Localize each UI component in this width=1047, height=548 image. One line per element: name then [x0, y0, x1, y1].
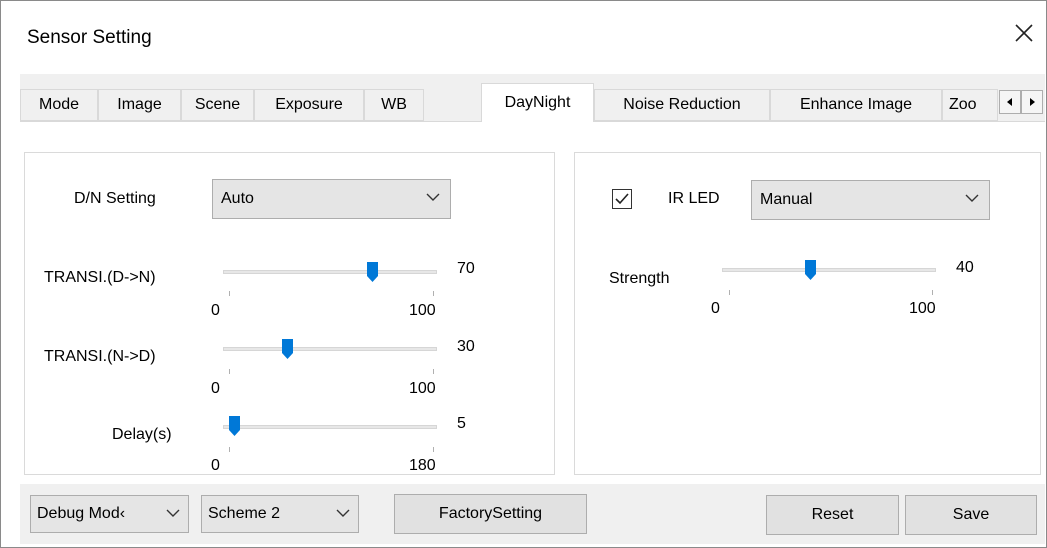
tab-image[interactable]: Image [98, 89, 181, 121]
transi-dn-label: TRANSI.(D->N) [44, 269, 156, 286]
tab-label: WB [381, 96, 407, 113]
chevron-down-icon [426, 193, 440, 201]
tab-scroll-right-button[interactable] [1021, 90, 1043, 114]
dialog-client-area: Mode Image Scene Exposure WB DayNight No… [20, 74, 1045, 544]
close-icon [1015, 24, 1033, 42]
sensor-setting-dialog: Sensor Setting Mode Image Scene Exposure… [0, 0, 1047, 548]
slider-tick [433, 447, 434, 452]
transi-nd-min: 0 [211, 380, 220, 397]
delay-label: Delay(s) [112, 426, 172, 443]
close-button[interactable] [1006, 15, 1042, 51]
tab-mode[interactable]: Mode [20, 89, 98, 121]
slider-tick [229, 291, 230, 296]
button-label: Save [952, 506, 990, 523]
ir-led-checkbox[interactable] [612, 189, 632, 209]
transi-nd-value: 30 [457, 338, 475, 355]
chevron-down-icon [336, 509, 350, 517]
ir-led-label: IR LED [668, 190, 720, 207]
delay-max: 180 [409, 457, 436, 474]
slider-tick [729, 290, 730, 295]
strength-slider-track[interactable] [722, 268, 936, 272]
button-label: FactorySetting [438, 505, 543, 522]
tab-scroll-buttons [999, 90, 1043, 114]
tab-label: DayNight [504, 94, 571, 111]
delay-value: 5 [457, 415, 466, 432]
reset-button[interactable]: Reset [766, 495, 899, 535]
tab-label: Scene [194, 96, 241, 113]
delay-slider-track[interactable] [223, 425, 437, 429]
dialog-title: Sensor Setting [27, 27, 152, 48]
transi-nd-slider-thumb[interactable] [281, 339, 293, 359]
strength-label: Strength [609, 270, 670, 287]
tab-label: Zoo [949, 96, 977, 113]
strength-value: 40 [956, 259, 974, 276]
tab-daynight[interactable]: DayNight [481, 83, 594, 122]
tab-noise-reduction[interactable]: Noise Reduction [594, 89, 770, 121]
tab-label: Mode [38, 96, 80, 113]
ir-led-mode-combo[interactable]: Manual [751, 180, 990, 220]
transi-dn-min: 0 [211, 302, 220, 319]
chevron-down-icon [166, 509, 180, 517]
strength-max: 100 [909, 300, 936, 317]
transi-dn-value: 70 [457, 260, 475, 277]
delay-min: 0 [211, 457, 220, 474]
transi-dn-slider-thumb[interactable] [367, 262, 379, 282]
tab-label: Enhance Image [799, 96, 913, 113]
transi-dn-max: 100 [409, 302, 436, 319]
transi-nd-label: TRANSI.(N->D) [44, 348, 156, 365]
slider-tick [229, 369, 230, 374]
debug-mode-combo[interactable]: Debug Mod‹ [30, 495, 189, 533]
factory-setting-button[interactable]: FactorySetting [394, 494, 587, 534]
tab-wb[interactable]: WB [364, 89, 424, 121]
debug-mode-value: Debug Mod‹ [37, 505, 126, 522]
ir-led-group: IR LED Manual Strength 40 0 100 [574, 152, 1041, 475]
daynight-group: D/N Setting Auto TRANSI.(D->N) 70 0 100 … [24, 152, 555, 475]
transi-dn-slider-track[interactable] [223, 270, 437, 274]
triangle-left-icon [1007, 98, 1012, 106]
tab-label: Image [117, 96, 162, 113]
slider-tick [433, 291, 434, 296]
tab-label: Noise Reduction [623, 96, 741, 113]
dn-setting-label: D/N Setting [74, 190, 156, 207]
slider-tick [229, 447, 230, 452]
tab-label: Exposure [275, 96, 343, 113]
checkmark-icon [615, 193, 629, 205]
slider-tick [932, 290, 933, 295]
transi-nd-slider-track[interactable] [223, 347, 437, 351]
dn-setting-combo[interactable]: Auto [212, 179, 451, 219]
daynight-tab-page: D/N Setting Auto TRANSI.(D->N) 70 0 100 … [20, 121, 1045, 484]
tab-zoom[interactable]: Zoo [942, 89, 998, 121]
ir-led-mode-value: Manual [760, 191, 813, 208]
scheme-value: Scheme 2 [208, 505, 281, 522]
tab-exposure[interactable]: Exposure [254, 89, 364, 121]
strength-slider-thumb[interactable] [805, 260, 817, 280]
delay-slider-thumb[interactable] [229, 416, 241, 436]
tab-enhance-image[interactable]: Enhance Image [770, 89, 942, 121]
save-button[interactable]: Save [905, 495, 1037, 535]
strength-min: 0 [711, 300, 720, 317]
chevron-down-icon [965, 194, 979, 202]
dn-setting-value: Auto [221, 190, 254, 207]
slider-tick [433, 369, 434, 374]
button-label: Reset [811, 506, 854, 523]
tab-scroll-left-button[interactable] [999, 90, 1021, 114]
scheme-combo[interactable]: Scheme 2 [201, 495, 359, 533]
triangle-right-icon [1030, 98, 1035, 106]
transi-nd-max: 100 [409, 380, 436, 397]
tab-scene[interactable]: Scene [181, 89, 254, 121]
